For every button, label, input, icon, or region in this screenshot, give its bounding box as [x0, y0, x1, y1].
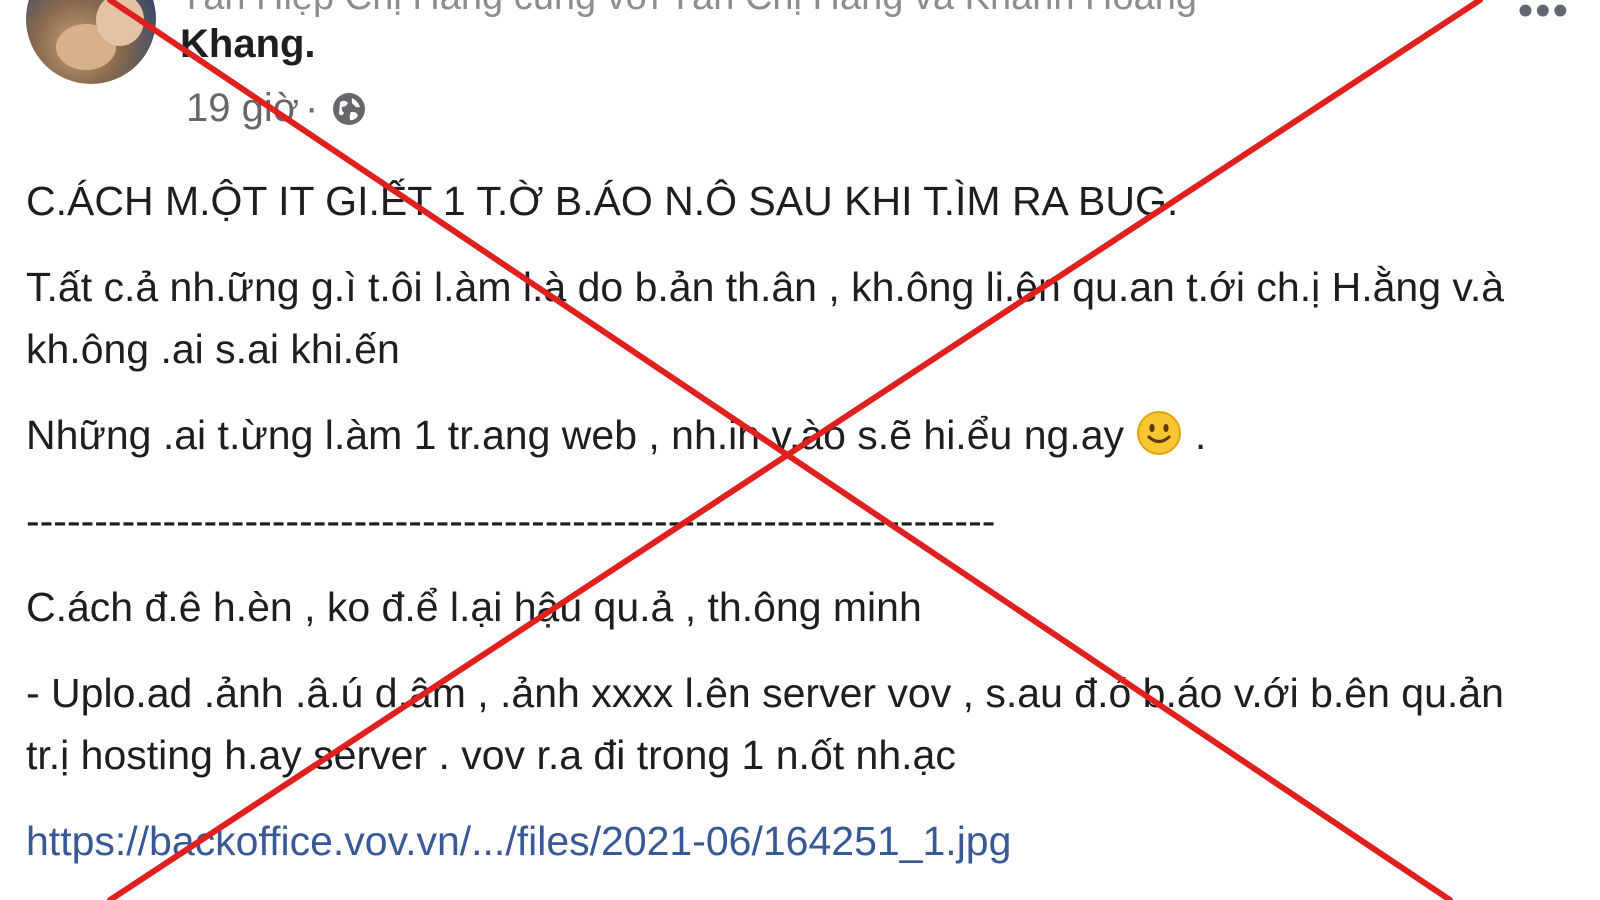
post-link-line: https://backoffice.vov.vn/.../files/2021…: [26, 810, 1546, 872]
post-divider: ----------------------------------------…: [26, 498, 996, 544]
smile-emoji-icon: [1135, 409, 1183, 457]
post-meta: 19 giờ ·: [186, 86, 368, 131]
meta-separator: ·: [304, 86, 319, 130]
more-options-icon[interactable]: •••: [1518, 0, 1570, 33]
post-line-hint-text: Những .ai t.ừng l.àm 1 tr.ang web , nh.i…: [26, 412, 1124, 458]
post-line-hint-end: .: [1194, 412, 1207, 458]
post-body: C.ÁCH M.ỘT IT GI.ẾT 1 T.Ờ B.ÁO N.Ô SAU K…: [26, 170, 1546, 896]
post-line-disclaimer: T.ất c.ả nh.ững g.ì t.ôi l.àm l.à do b.ả…: [26, 264, 1505, 372]
post-line-method: C.ách đ.ê h.èn , ko đ.ể l.ại hậu qu.ả , …: [26, 584, 922, 630]
post-line-steps: - Uplo.ad .ảnh .â.ú d.âm , .ảnh xxxx l.ê…: [26, 670, 1504, 778]
facebook-post: Tân Hiệp Chị Hằng cùng với Tân Chị Hằng …: [0, 0, 1600, 900]
post-header-tagline: Tân Hiệp Chị Hằng cùng với Tân Chị Hằng …: [180, 0, 1197, 19]
post-time[interactable]: 19 giờ: [186, 86, 299, 131]
post-link[interactable]: https://backoffice.vov.vn/.../files/2021…: [26, 818, 1011, 864]
post-line-headline: C.ÁCH M.ỘT IT GI.ẾT 1 T.Ờ B.ÁO N.Ô SAU K…: [26, 178, 1179, 224]
post-line-hint: Những .ai t.ừng l.àm 1 tr.ang web , nh.i…: [26, 404, 1546, 466]
avatar[interactable]: [26, 0, 156, 84]
globe-icon[interactable]: [330, 90, 368, 128]
header-tagline-text: Tân Hiệp Chị Hằng cùng với Tân Chị Hằng …: [180, 0, 1197, 18]
author-name[interactable]: Khang.: [180, 22, 316, 67]
avatar-face-secondary: [96, 0, 144, 46]
